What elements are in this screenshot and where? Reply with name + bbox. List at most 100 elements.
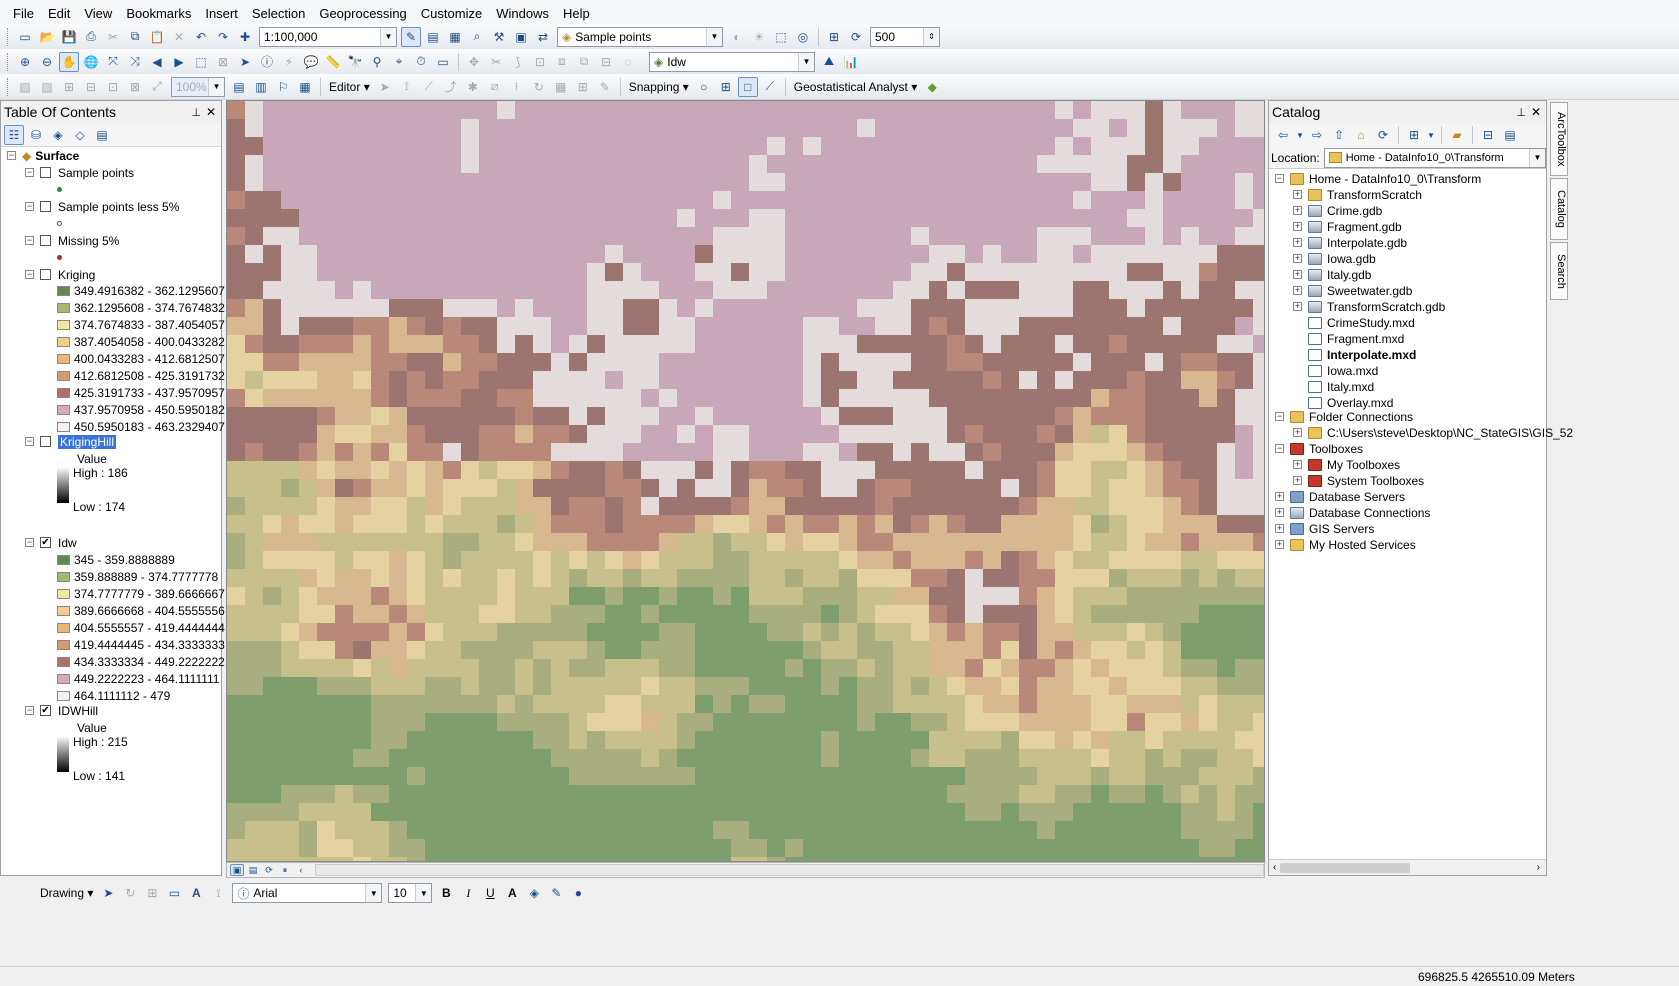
- connect-folder-icon[interactable]: ▰: [1447, 125, 1467, 145]
- arctoolbox-icon[interactable]: ⚒: [489, 27, 509, 47]
- editor-menu[interactable]: Editor ▾: [329, 80, 370, 94]
- zoom-to-raster-icon[interactable]: ⊞: [824, 27, 844, 47]
- paste-icon[interactable]: 📋: [147, 27, 167, 47]
- copy-icon[interactable]: ⧉: [125, 27, 145, 47]
- tree-home[interactable]: − Home - DataInfo10_0\Transform: [1275, 170, 1481, 187]
- layout-view-icon[interactable]: ▤: [229, 77, 249, 97]
- line-color-icon[interactable]: ✎: [546, 883, 566, 903]
- zoom-in-icon[interactable]: ⊕: [15, 52, 35, 72]
- tree-item-gdb[interactable]: + Italy.gdb: [1293, 266, 1371, 283]
- split-icon[interactable]: ✂: [486, 52, 506, 72]
- scale-combo[interactable]: 1:100,000 ▼: [259, 26, 397, 47]
- list-by-visibility-icon[interactable]: ◈: [48, 125, 68, 145]
- zoom-combo[interactable]: 100% ▼: [171, 76, 225, 97]
- edit-vertices-icon[interactable]: ⟟: [208, 883, 228, 903]
- scroll-thumb[interactable]: [1280, 862, 1411, 873]
- end-snapping-icon[interactable]: ⊞: [716, 77, 736, 97]
- legend-class[interactable]: 374.7674833 - 387.4054057: [57, 316, 225, 333]
- new-document-icon[interactable]: ▭: [15, 27, 35, 47]
- attributes-table-icon[interactable]: ▦: [551, 77, 571, 97]
- select-elements-icon[interactable]: ➤: [235, 52, 255, 72]
- legend-class[interactable]: 412.6812508 - 425.3191732: [57, 367, 225, 384]
- pause-drawing-icon[interactable]: ⏸: [278, 864, 292, 876]
- attributes-icon[interactable]: ▦: [295, 77, 315, 97]
- cut-icon[interactable]: ✂: [103, 27, 123, 47]
- effects-icon[interactable]: ▧: [15, 77, 35, 97]
- tree-item-gdb[interactable]: + Fragment.gdb: [1293, 218, 1402, 235]
- expand-icon[interactable]: +: [1275, 508, 1284, 517]
- rotation-input[interactable]: 500 ⇕: [870, 26, 940, 47]
- collapse-icon[interactable]: −: [1275, 444, 1284, 453]
- scroll-left-icon[interactable]: ‹: [1273, 862, 1276, 873]
- legend-class[interactable]: 359.888889 - 374.7777778: [57, 568, 218, 585]
- html-popup-icon[interactable]: 💬: [301, 52, 321, 72]
- union-icon[interactable]: ⧉: [574, 52, 594, 72]
- layer-sample-points-less[interactable]: − Sample points less 5%: [25, 198, 179, 215]
- transparency-icon[interactable]: ▨: [37, 77, 57, 97]
- legend-class[interactable]: 387.4054058 - 400.0433282: [57, 333, 225, 350]
- layer-sample-points[interactable]: − Sample points: [25, 164, 134, 181]
- clear-selection-icon[interactable]: ⊠: [213, 52, 233, 72]
- open-folder-icon[interactable]: 📂: [37, 27, 57, 47]
- scroll-left-icon[interactable]: ‹: [294, 864, 308, 876]
- home-icon[interactable]: ⌂: [1351, 125, 1371, 145]
- go-to-xy-icon[interactable]: ⌖: [389, 52, 409, 72]
- catalog-horizontal-scrollbar[interactable]: ‹ ›: [1269, 859, 1546, 875]
- collapse-icon[interactable]: −: [25, 706, 34, 715]
- rotate-element-icon[interactable]: ↻: [120, 883, 140, 903]
- point-snapping-icon[interactable]: ○: [694, 77, 714, 97]
- edit-tool-icon[interactable]: ✥: [464, 52, 484, 72]
- flicker-icon[interactable]: ◎: [793, 27, 813, 47]
- layout-view-icon[interactable]: ▤: [246, 864, 260, 876]
- georef-icon[interactable]: ⊠: [125, 77, 145, 97]
- fill-color-icon[interactable]: ◈: [524, 883, 544, 903]
- text-icon[interactable]: A: [186, 883, 206, 903]
- font-color-icon[interactable]: A: [502, 883, 522, 903]
- scroll-right-icon[interactable]: ›: [1537, 862, 1540, 873]
- drawing-menu[interactable]: Drawing ▾: [40, 886, 93, 900]
- options-icon[interactable]: ▤: [92, 125, 112, 145]
- bold-icon[interactable]: B: [436, 883, 456, 903]
- visibility-checkbox[interactable]: ✔: [40, 537, 51, 548]
- pin-icon[interactable]: ⊥: [1516, 106, 1526, 119]
- group-layer-surface[interactable]: − ◆ Surface: [7, 147, 79, 164]
- layer-properties-icon[interactable]: ⊡: [103, 77, 123, 97]
- edge-snapping-icon[interactable]: ⟋: [760, 77, 780, 97]
- select-elements-icon[interactable]: ➤: [98, 883, 118, 903]
- horizontal-scrollbar[interactable]: [315, 864, 1264, 876]
- toggle-contents-icon[interactable]: ⊟: [1478, 125, 1498, 145]
- expand-icon[interactable]: +: [1293, 238, 1302, 247]
- tree-item-gdb[interactable]: + TransformScratch.gdb: [1293, 298, 1445, 315]
- italic-icon[interactable]: I: [458, 883, 478, 903]
- create-viewer-icon[interactable]: ▭: [433, 52, 453, 72]
- straight-segment-icon[interactable]: ⟋: [419, 77, 439, 97]
- vertex-snapping-icon[interactable]: □: [737, 76, 758, 97]
- options-icon[interactable]: ▤: [1500, 125, 1520, 145]
- chevron-down-icon[interactable]: ▼: [1295, 125, 1305, 145]
- underline-icon[interactable]: U: [480, 883, 500, 903]
- layer-idw[interactable]: − ✔ Idw: [25, 534, 77, 551]
- editor-toolbar-icon[interactable]: ✎: [401, 26, 421, 47]
- edit-arrow-icon[interactable]: ➤: [375, 77, 395, 97]
- cut-polygons-icon[interactable]: ⧄: [485, 77, 505, 97]
- symbol-missing[interactable]: [57, 249, 62, 266]
- legend-class[interactable]: 425.3191733 - 437.9570957: [57, 384, 225, 401]
- reshape-icon[interactable]: ⟆: [508, 52, 528, 72]
- trace-icon[interactable]: ⤴: [441, 77, 461, 97]
- expand-icon[interactable]: +: [1293, 270, 1302, 279]
- map-view[interactable]: [226, 100, 1265, 862]
- up-one-level-icon[interactable]: ⇧: [1329, 125, 1349, 145]
- rectangle-icon[interactable]: ▭: [164, 883, 184, 903]
- python-icon[interactable]: ▣: [511, 27, 531, 47]
- expand-icon[interactable]: +: [1293, 206, 1302, 215]
- legend-class[interactable]: 345 - 359.8888889: [57, 551, 175, 568]
- refresh-icon[interactable]: ⟳: [1373, 125, 1393, 145]
- hyperlink-icon[interactable]: ⚡: [279, 52, 299, 72]
- undo-icon[interactable]: ↶: [191, 27, 211, 47]
- edit-vertices-icon[interactable]: ⟟: [397, 77, 417, 97]
- snapping-menu[interactable]: Snapping ▾: [629, 80, 689, 94]
- collapse-icon[interactable]: −: [1275, 174, 1284, 183]
- tree-item-gdb[interactable]: + Interpolate.gdb: [1293, 234, 1407, 251]
- back-icon[interactable]: ⇦: [1273, 125, 1293, 145]
- visibility-checkbox[interactable]: ✔: [40, 705, 51, 716]
